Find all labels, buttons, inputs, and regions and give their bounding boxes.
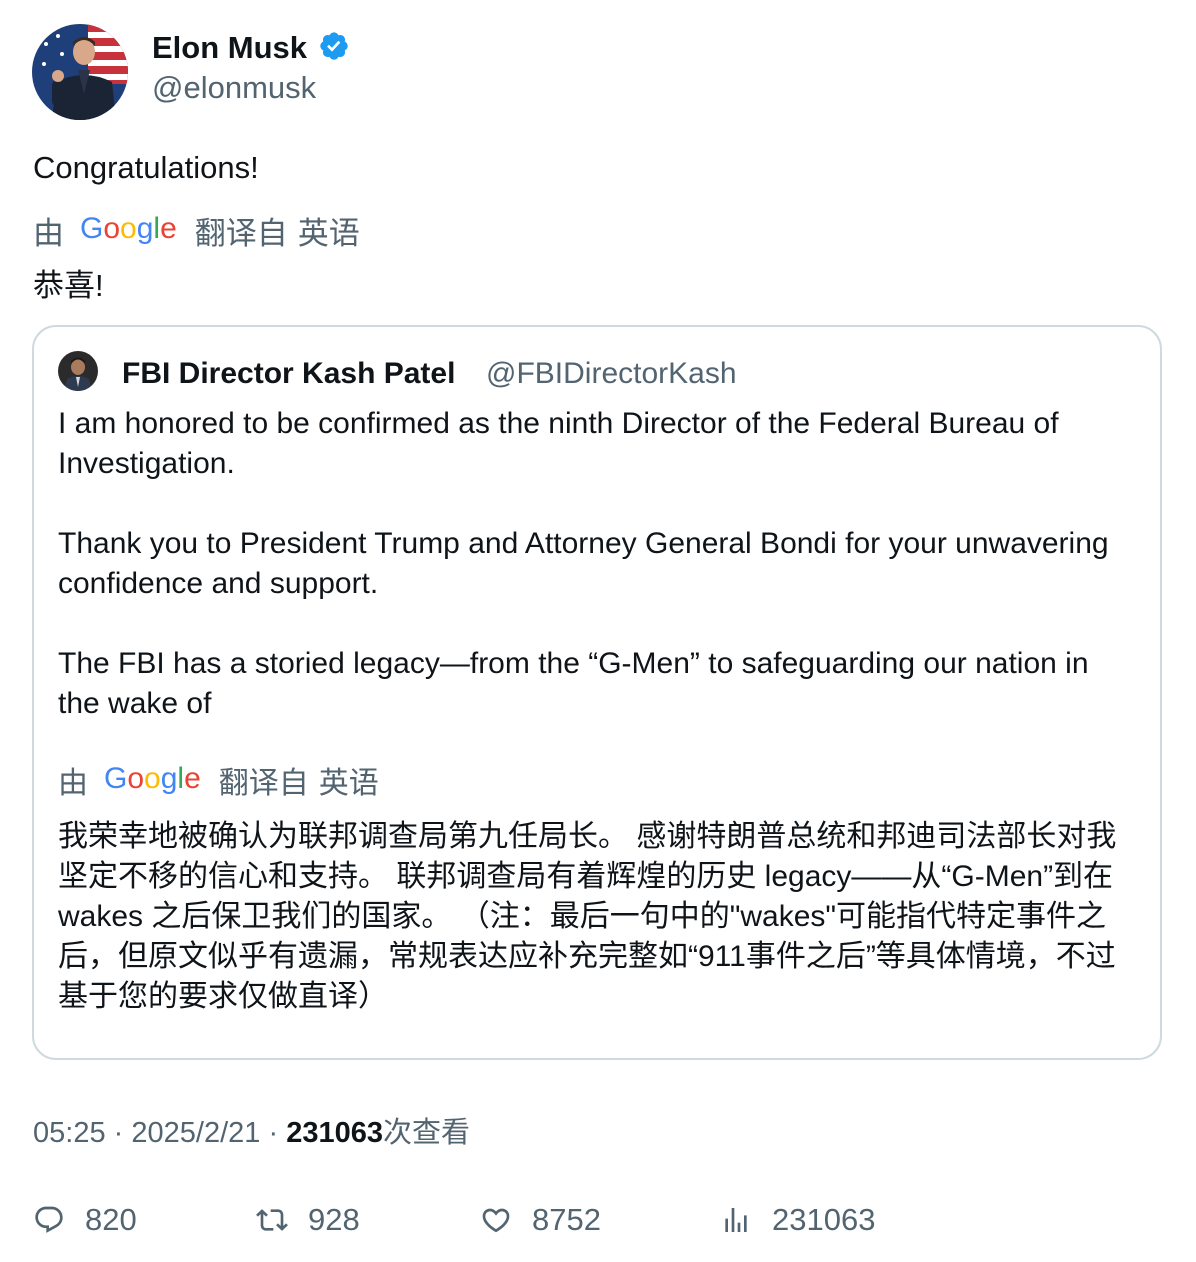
author-avatar[interactable] bbox=[32, 24, 128, 120]
quote-translated-text: 我荣幸地被确认为联邦调查局第九任局长。 感谢特朗普总统和邦迪司法部长对我坚定不移… bbox=[58, 820, 1117, 1013]
tweet-translated-text: 恭喜! bbox=[33, 268, 104, 303]
reply-icon bbox=[35, 1206, 63, 1233]
view-count-label: 次查看 bbox=[382, 1117, 470, 1149]
translation-language: 英语 bbox=[318, 767, 379, 800]
meta-separator: · bbox=[113, 1117, 124, 1149]
meta-separator: · bbox=[268, 1117, 279, 1149]
google-logo: Google bbox=[80, 212, 177, 245]
avatar-photo-icon bbox=[32, 24, 128, 120]
like-button[interactable]: 8752 bbox=[480, 1202, 601, 1238]
views-count: 231063 bbox=[772, 1202, 876, 1237]
view-count: 231063 bbox=[286, 1117, 383, 1149]
retweet-button[interactable]: 928 bbox=[256, 1202, 360, 1238]
tweet-date[interactable]: 2025/2/21 bbox=[131, 1117, 260, 1149]
quote-author-name[interactable]: FBI Director Kash Patel bbox=[122, 356, 455, 392]
quote-paragraph: Thank you to President Trump and Attorne… bbox=[58, 527, 1117, 600]
translation-prefix: 由 bbox=[33, 216, 64, 251]
quote-author-avatar[interactable] bbox=[58, 351, 98, 391]
views-button[interactable]: 231063 bbox=[720, 1202, 875, 1238]
translation-attribution: 由 Google 翻译自 英语 bbox=[33, 212, 360, 252]
reply-count: 820 bbox=[85, 1202, 137, 1237]
avatar-photo-icon bbox=[58, 351, 98, 391]
translation-suffix: 翻译自 bbox=[194, 216, 288, 251]
like-count: 8752 bbox=[532, 1202, 601, 1237]
author-handle[interactable]: @elonmusk bbox=[152, 70, 316, 106]
retweet-count: 928 bbox=[308, 1202, 360, 1237]
verified-badge-icon bbox=[318, 30, 350, 62]
quote-paragraph: The FBI has a storied legacy—from the “G… bbox=[58, 647, 1097, 720]
reply-button[interactable]: 820 bbox=[33, 1202, 137, 1238]
google-logo: Google bbox=[104, 762, 201, 795]
translation-language: 英语 bbox=[297, 216, 360, 251]
translation-prefix: 由 bbox=[58, 767, 88, 800]
author-name[interactable]: Elon Musk bbox=[152, 30, 307, 66]
quote-paragraph: I am honored to be confirmed as the nint… bbox=[58, 407, 1067, 480]
analytics-icon bbox=[725, 1208, 747, 1232]
tweet-time[interactable]: 05:25 bbox=[33, 1117, 106, 1149]
retweet-icon bbox=[256, 1209, 288, 1231]
heart-icon bbox=[482, 1208, 510, 1233]
quote-translation-attribution: 由 Google 翻译自 英语 bbox=[58, 762, 379, 802]
translation-suffix: 翻译自 bbox=[218, 767, 309, 800]
quote-author-handle[interactable]: @FBIDirectorKash bbox=[486, 356, 737, 392]
tweet-text: Congratulations! bbox=[33, 150, 259, 185]
quote-text: I am honored to be confirmed as the nint… bbox=[58, 404, 1138, 764]
tweet-meta: 05:25 · 2025/2/21 · 231063次查看 bbox=[33, 1115, 470, 1151]
